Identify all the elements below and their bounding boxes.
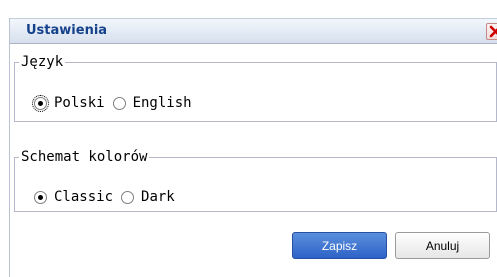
radio-option-english[interactable]: English: [112, 94, 192, 112]
dialog-titlebar[interactable]: Ustawienia: [10, 18, 497, 44]
radio-label-dark: Dark: [141, 189, 175, 205]
radio-classic[interactable]: [34, 190, 47, 204]
radio-option-classic[interactable]: Classic: [34, 188, 113, 206]
color-scheme-fieldset: Schemat kolorów Classic Dark: [14, 149, 497, 212]
settings-dialog: Ustawienia Język Polski English Schemat …: [0, 0, 497, 277]
close-icon: [489, 25, 497, 38]
color-scheme-legend: Schemat kolorów: [21, 149, 148, 165]
color-scheme-radio-group: Classic Dark: [34, 188, 175, 206]
radio-polski[interactable]: [32, 94, 49, 112]
radio-label-polski: Polski: [54, 95, 105, 111]
radio-option-dark[interactable]: Dark: [121, 188, 175, 206]
dialog-title: Ustawienia: [26, 23, 108, 38]
language-legend: Język: [21, 54, 64, 70]
radio-dark[interactable]: [121, 190, 135, 204]
radio-label-classic: Classic: [54, 189, 114, 205]
language-radio-group: Polski English: [32, 94, 192, 112]
language-fieldset: Język Polski English: [14, 54, 497, 122]
radio-label-english: English: [132, 95, 192, 111]
radio-english[interactable]: [112, 96, 126, 110]
radio-option-polski[interactable]: Polski: [32, 94, 105, 112]
close-button[interactable]: [486, 23, 497, 40]
save-button[interactable]: Zapisz: [292, 232, 387, 259]
dialog-left-border: [9, 18, 10, 277]
cancel-button[interactable]: Anuluj: [395, 232, 490, 259]
